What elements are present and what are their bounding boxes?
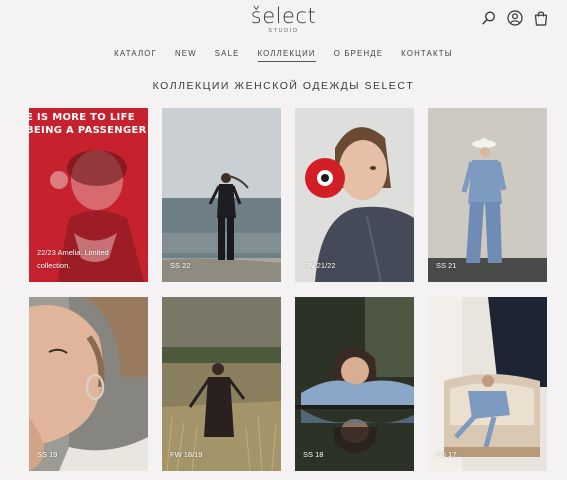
collection-card-fw2122[interactable]: FW 21/22 <box>295 108 414 282</box>
collection-image <box>428 108 547 282</box>
collection-image <box>428 297 547 471</box>
collection-caption: 22/23 Amelia. Limited collection. <box>37 248 109 270</box>
nav-item-contacts[interactable]: КОНТАКТЫ <box>401 49 453 62</box>
nav-item-sale[interactable]: SALE <box>215 49 240 62</box>
search-icon[interactable] <box>481 10 497 26</box>
account-icon[interactable] <box>507 10 523 26</box>
collection-card-amelia[interactable]: E IS MORE TO LIFE BEING A PASSENGER 22/2… <box>29 108 148 282</box>
logo-subtitle: STUDIO <box>268 28 299 34</box>
collection-caption: SS 18 <box>303 450 324 459</box>
collection-caption: FW 18/19 <box>170 450 203 459</box>
collection-image-text: E IS MORE TO LIFE BEING A PASSENGER <box>29 112 147 136</box>
collection-caption: SS 22 <box>170 261 191 270</box>
collection-image <box>295 297 414 471</box>
site-header: šelect STUDIO <box>0 0 567 44</box>
collection-image <box>162 297 281 471</box>
nav-item-about[interactable]: О БРЕНДЕ <box>334 49 383 62</box>
bag-icon[interactable] <box>533 10 549 26</box>
collection-caption: FW 21/22 <box>303 261 336 270</box>
collection-caption: SS 21 <box>436 261 457 270</box>
collection-caption: SS 17 <box>436 450 457 459</box>
collection-image <box>162 108 281 282</box>
collection-caption: SS 19 <box>37 450 58 459</box>
collection-card-ss18[interactable]: SS 18 <box>295 297 414 471</box>
collection-card-ss19[interactable]: SS 19 <box>29 297 148 471</box>
main-nav: КАТАЛОГ NEW SALE КОЛЛЕКЦИИ О БРЕНДЕ КОНТ… <box>0 49 567 62</box>
collection-image <box>295 108 414 282</box>
header-icons <box>481 10 549 26</box>
nav-item-catalog[interactable]: КАТАЛОГ <box>114 49 157 62</box>
collection-card-ss17[interactable]: SS 17 <box>428 297 547 471</box>
collection-card-ss21[interactable]: SS 21 <box>428 108 547 282</box>
collection-card-fw1819[interactable]: FW 18/19 <box>162 297 281 471</box>
collection-card-ss22[interactable]: SS 22 <box>162 108 281 282</box>
nav-item-new[interactable]: NEW <box>175 49 197 62</box>
collection-image <box>29 297 148 471</box>
page-title: КОЛЛЕКЦИИ ЖЕНСКОЙ ОДЕЖДЫ SELECT <box>152 80 415 92</box>
nav-item-collections[interactable]: КОЛЛЕКЦИИ <box>257 49 316 62</box>
